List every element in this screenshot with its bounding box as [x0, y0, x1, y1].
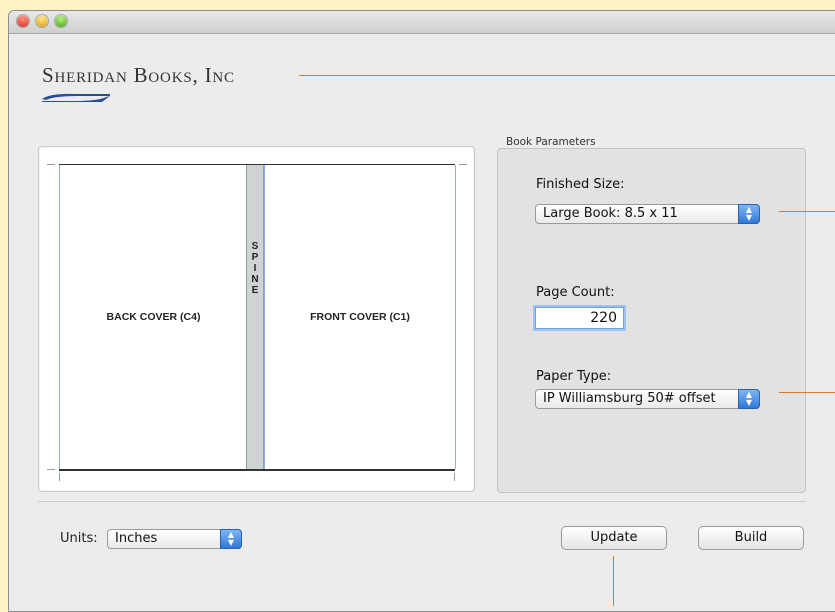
units-select[interactable]: Inches ▲ ▼ — [107, 529, 242, 549]
spine-letter: P — [251, 252, 259, 263]
paper-type-select[interactable]: IP Williamsburg 50# offset ▲ ▼ — [535, 389, 760, 409]
front-cover-label: FRONT COVER (C1) — [310, 311, 410, 323]
paper-type-value: IP Williamsburg 50# offset — [543, 391, 716, 406]
page-count-label: Page Count: — [536, 285, 615, 300]
popup-arrows-icon: ▲ ▼ — [738, 389, 760, 409]
finished-size-select[interactable]: Large Book: 8.5 x 11 ▲ ▼ — [535, 204, 760, 224]
minimize-window-button[interactable] — [36, 15, 48, 27]
spine-label: S P I N E — [247, 241, 263, 296]
book-parameters-box: Finished Size: Large Book: 8.5 x 11 ▲ ▼ P… — [497, 148, 806, 493]
separator — [38, 501, 806, 502]
back-cover-label: BACK COVER (C4) — [106, 311, 201, 323]
cover-bottom-edge — [59, 469, 455, 471]
front-cover-panel: FRONT COVER (C1) — [264, 165, 456, 469]
trim-mark — [454, 473, 455, 481]
trim-mark — [47, 469, 55, 470]
trim-mark — [47, 164, 55, 165]
title-bar — [9, 11, 835, 34]
paper-type-label: Paper Type: — [536, 369, 612, 384]
build-button[interactable]: Build — [698, 526, 804, 550]
popup-arrows-icon: ▲ ▼ — [220, 529, 242, 549]
trim-mark — [459, 164, 467, 165]
brand-title: Sheridan Books, Inc — [42, 63, 235, 87]
update-button[interactable]: Update — [561, 526, 667, 550]
finished-size-label: Finished Size: — [536, 177, 625, 192]
cover-preview: BACK COVER (C4) S P I N E FRONT COVER (C… — [38, 146, 475, 492]
trim-mark — [59, 473, 60, 481]
brand-logo-icon — [42, 93, 110, 102]
callout-line-brand — [299, 75, 835, 76]
callout-line-paper-type — [779, 392, 835, 393]
book-parameters-heading: Book Parameters — [506, 136, 596, 148]
units-label: Units: — [60, 531, 98, 546]
callout-line-update — [613, 556, 614, 606]
spine-letter: E — [251, 285, 259, 296]
zoom-window-button[interactable] — [55, 15, 67, 27]
finished-size-value: Large Book: 8.5 x 11 — [543, 206, 678, 221]
spine-panel: S P I N E — [246, 165, 264, 469]
spine-letter: I — [253, 263, 257, 274]
page-count-field[interactable]: 220 — [535, 307, 624, 329]
spine-letter: N — [251, 274, 259, 285]
popup-arrows-icon: ▲ ▼ — [738, 204, 760, 224]
close-window-button[interactable] — [17, 15, 29, 27]
units-value: Inches — [115, 531, 158, 546]
spine-letter: S — [251, 241, 259, 252]
callout-line-finished-size — [779, 211, 835, 212]
back-cover-panel: BACK COVER (C4) — [59, 165, 248, 469]
app-window: Sheridan Books, Inc BACK COVER (C4) S P … — [8, 10, 835, 612]
